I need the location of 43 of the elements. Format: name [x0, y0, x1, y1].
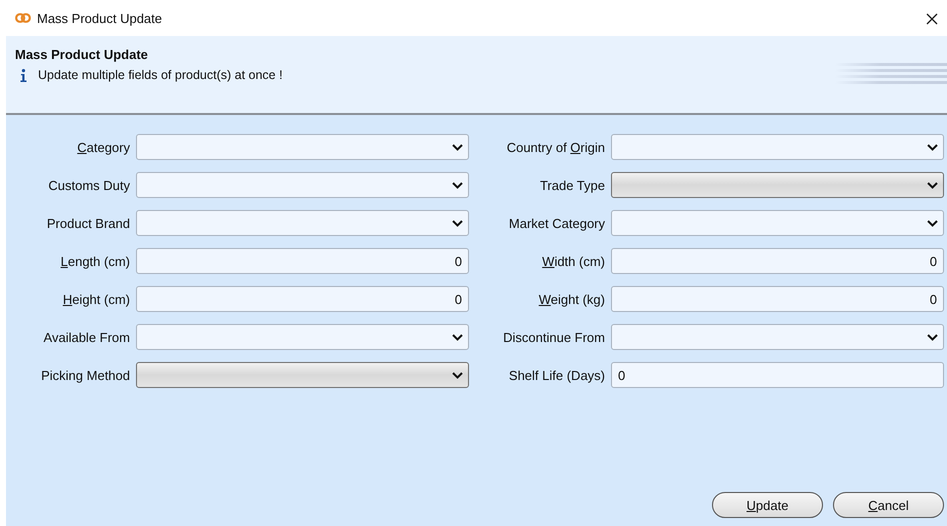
dropdown[interactable] — [136, 210, 469, 236]
chevron-down-icon — [927, 182, 938, 188]
dropdown[interactable] — [136, 324, 469, 350]
dropdown[interactable] — [611, 134, 944, 160]
input-field[interactable]: 0 — [611, 362, 944, 388]
header-title: Mass Product Update — [15, 47, 149, 62]
dropdown[interactable] — [611, 210, 944, 236]
number-field[interactable]: 0 — [136, 248, 469, 274]
field-label: Available From — [42, 330, 130, 344]
close-icon[interactable] — [926, 13, 938, 25]
chevron-down-icon — [927, 334, 938, 340]
field-label: Country of Origin — [506, 140, 605, 154]
field-label: Discontinue From — [502, 330, 605, 344]
field-label: Length (cm) — [60, 254, 130, 268]
chevron-down-icon — [452, 220, 463, 226]
number-field[interactable]: 0 — [611, 248, 944, 274]
field-label: Weight (kg) — [538, 292, 605, 306]
field-label: Category — [76, 140, 130, 154]
field-label: Shelf Life (Days) — [508, 368, 605, 382]
chevron-down-icon — [452, 372, 463, 378]
field-label: Product Brand — [46, 216, 130, 230]
window-title: Mass Product Update — [37, 10, 164, 26]
field-label: Trade Type — [538, 178, 605, 192]
chevron-down-icon — [452, 144, 463, 150]
dropdown[interactable] — [136, 172, 469, 198]
chevron-down-icon — [452, 334, 463, 340]
dropdown[interactable] — [136, 134, 469, 160]
dialog-button[interactable]: Cancel — [833, 492, 944, 518]
chevron-down-icon — [927, 144, 938, 150]
dialog-button[interactable]: Update — [712, 492, 823, 518]
dropdown[interactable] — [611, 324, 944, 350]
info-icon — [20, 68, 27, 82]
number-field[interactable]: 0 — [136, 286, 469, 312]
number-field[interactable]: 0 — [611, 286, 944, 312]
chevron-down-icon — [452, 182, 463, 188]
chevron-down-icon — [927, 220, 938, 226]
field-label: Height (cm) — [62, 292, 130, 306]
field-label: Picking Method — [40, 368, 130, 382]
field-label: Customs Duty — [47, 178, 130, 192]
field-label: Width (cm) — [541, 254, 605, 268]
link-icon — [15, 13, 31, 23]
header-message: Update multiple fields of product(s) at once ! — [38, 68, 283, 82]
field-label: Market Category — [508, 216, 605, 230]
